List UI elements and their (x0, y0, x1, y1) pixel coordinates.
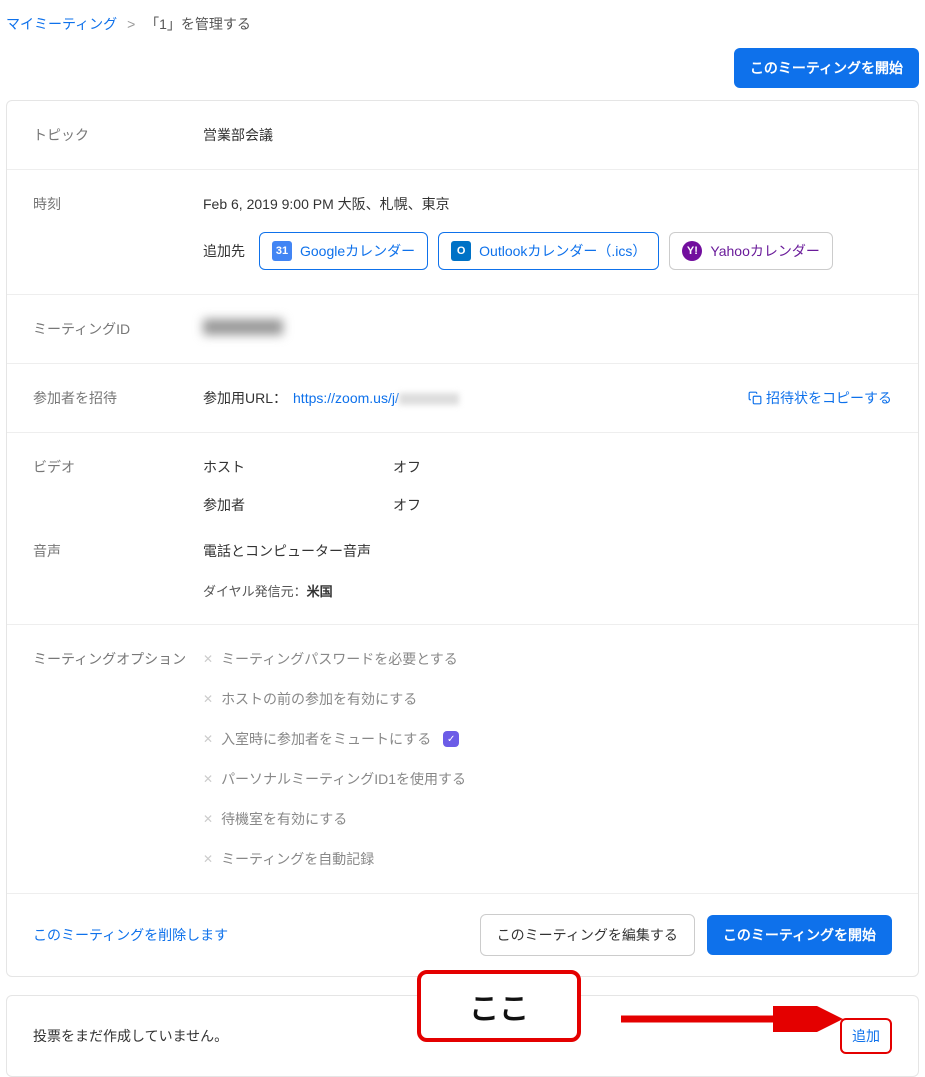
join-url-label: 参加用URL： (203, 388, 287, 408)
option-text: 待機室を有効にする (221, 809, 347, 829)
option-text: 入室時に参加者をミュートにする (221, 729, 431, 749)
meeting-id-label: ミーティングID (33, 319, 203, 339)
copy-icon (748, 391, 762, 405)
option-item: ✕ 待機室を有効にする (203, 809, 892, 829)
breadcrumb-parent-link[interactable]: マイミーティング (6, 16, 117, 32)
yahoo-calendar-label: Yahooカレンダー (710, 241, 819, 261)
options-label: ミーティングオプション (33, 649, 203, 869)
x-icon: ✕ (203, 812, 213, 826)
meeting-id-section: ミーティングID (7, 295, 918, 364)
footer-actions: このミーティングを削除します このミーティングを編集する このミーティングを開始 (7, 894, 918, 976)
options-section: ミーティングオプション ✕ ミーティングパスワードを必要とする ✕ ホストの前の参加を… (7, 625, 918, 894)
topic-label: トピック (33, 125, 203, 145)
option-text: ミーティングを自動記録 (221, 849, 374, 869)
outlook-calendar-button[interactable]: O Outlookカレンダー（.ics） (438, 232, 659, 270)
option-item: ✕ 入室時に参加者をミュートにする ✓ (203, 729, 892, 749)
option-text: ホストの前の参加を有効にする (221, 689, 417, 709)
topic-section: トピック 営業部会議 (7, 101, 918, 170)
breadcrumb: マイミーティング > 「1」を管理する (0, 0, 925, 48)
yahoo-calendar-button[interactable]: Y! Yahooカレンダー (669, 232, 832, 270)
poll-empty-text: 投票をまだ作成していません。 (33, 1026, 228, 1046)
participant-label: 参加者 (203, 495, 393, 515)
yahoo-calendar-icon: Y! (682, 241, 702, 261)
option-text: ミーティングパスワードを必要とする (221, 649, 458, 669)
add-to-label: 追加先 (203, 241, 245, 261)
outlook-calendar-icon: O (451, 241, 471, 261)
option-item: ✕ パーソナルミーティングID1を使用する (203, 769, 892, 789)
option-text: パーソナルミーティングID1を使用する (221, 769, 466, 789)
start-meeting-button-top[interactable]: このミーティングを開始 (734, 48, 919, 88)
time-label: 時刻 (33, 194, 203, 270)
audio-label: 音声 (33, 541, 203, 600)
x-icon: ✕ (203, 852, 213, 866)
google-calendar-button[interactable]: 31 Googleカレンダー (259, 232, 428, 270)
x-icon: ✕ (203, 772, 213, 786)
host-video-value: オフ (393, 457, 892, 477)
video-label: ビデオ (33, 457, 203, 515)
option-item: ✕ ミーティングパスワードを必要とする (203, 649, 892, 669)
time-value: Feb 6, 2019 9:00 PM 大阪、札幌、東京 (203, 194, 892, 214)
annotation-arrow-icon (621, 1006, 851, 1032)
join-url-redacted (399, 393, 459, 405)
google-calendar-icon: 31 (272, 241, 292, 261)
time-section: 時刻 Feb 6, 2019 9:00 PM 大阪、札幌、東京 追加先 31 G… (7, 170, 918, 295)
options-list: ✕ ミーティングパスワードを必要とする ✕ ホストの前の参加を有効にする ✕ 入室時に参加… (203, 649, 892, 869)
copy-invite-label: 招待状をコピーする (766, 388, 892, 408)
x-icon: ✕ (203, 732, 213, 746)
x-icon: ✕ (203, 652, 213, 666)
copy-invite-button[interactable]: 招待状をコピーする (748, 388, 892, 408)
outlook-calendar-label: Outlookカレンダー（.ics） (479, 241, 646, 261)
host-label: ホスト (203, 457, 393, 477)
info-badge-icon: ✓ (443, 731, 459, 747)
option-item: ✕ ミーティングを自動記録 (203, 849, 892, 869)
audio-dial-info: ダイヤル発信元：米国 (203, 581, 892, 600)
x-icon: ✕ (203, 692, 213, 706)
google-calendar-label: Googleカレンダー (300, 241, 415, 261)
edit-meeting-button[interactable]: このミーティングを編集する (480, 914, 695, 956)
join-url-link[interactable]: https://zoom.us/j/ (293, 390, 459, 406)
delete-meeting-link[interactable]: このミーティングを削除します (33, 925, 228, 945)
meeting-detail-card: トピック 営業部会議 時刻 Feb 6, 2019 9:00 PM 大阪、札幌、… (6, 100, 919, 977)
invite-section: 参加者を招待 参加用URL： https://zoom.us/j/ 招待状をコピ… (7, 364, 918, 433)
video-audio-section: ビデオ ホスト オフ 参加者 オフ 音声 電話とコンピューター音声 ダイヤル発信… (7, 433, 918, 625)
participant-video-value: オフ (393, 495, 892, 515)
breadcrumb-current: 「1」を管理する (145, 16, 251, 32)
annotation-callout: ここ (417, 970, 581, 1042)
topic-value: 営業部会議 (203, 125, 892, 145)
meeting-id-value-redacted (203, 319, 283, 335)
option-item: ✕ ホストの前の参加を有効にする (203, 689, 892, 709)
start-meeting-button-bottom[interactable]: このミーティングを開始 (707, 915, 892, 955)
breadcrumb-separator: > (127, 16, 135, 32)
invite-label: 参加者を招待 (33, 388, 203, 408)
audio-value: 電話とコンピューター音声 (203, 541, 892, 561)
poll-card: ここ 投票をまだ作成していません。 追加 (6, 995, 919, 1077)
